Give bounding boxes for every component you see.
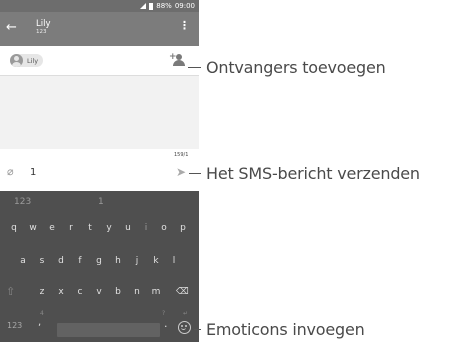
- conversation-title: Lily: [36, 19, 51, 29]
- key[interactable]: o: [157, 218, 171, 238]
- battery-level: 88%: [156, 2, 172, 10]
- callout-label: Ontvangers toevoegen: [206, 58, 386, 77]
- recipients-field[interactable]: Lily +: [0, 46, 199, 76]
- attachment-count: 1: [30, 167, 37, 178]
- keyboard-row-1: q w e r t y u i o p: [0, 218, 199, 238]
- key[interactable]: l: [167, 251, 181, 271]
- callout-insert-emoticons: Emoticons invoegen: [194, 320, 365, 339]
- emoticon-icon[interactable]: [178, 321, 191, 334]
- callout-add-recipients: Ontvangers toevoegen: [188, 58, 386, 77]
- key[interactable]: y: [102, 218, 116, 238]
- keyboard: 123 1 q w e r t y u i o p a s d f g h j …: [0, 191, 199, 342]
- keyboard-row-2: a s d f g h j k l: [0, 251, 199, 271]
- key[interactable]: a: [16, 251, 30, 271]
- overflow-menu-icon[interactable]: ⋮: [179, 20, 190, 32]
- signal-icon: [140, 3, 147, 9]
- key[interactable]: h: [111, 251, 125, 271]
- key[interactable]: i: [139, 218, 153, 238]
- space-bar[interactable]: [57, 323, 160, 337]
- key[interactable]: d: [54, 251, 68, 271]
- period-key-hint: ?: [162, 310, 166, 317]
- key[interactable]: f: [73, 251, 87, 271]
- recipient-chip[interactable]: Lily: [10, 54, 44, 67]
- status-indicators: 88% 09:00: [140, 0, 195, 12]
- phone-screen: 88% 09:00 ← Lily 123 ⋮ Lily + 159/1 ⌀ 1 …: [0, 0, 199, 342]
- callout-line: [194, 329, 201, 330]
- character-counter: 159/1: [174, 152, 189, 158]
- status-bar: 88% 09:00: [0, 0, 199, 12]
- key[interactable]: g: [92, 251, 106, 271]
- enter-key-hint: ↵: [183, 310, 189, 317]
- callout-send-sms: Het SMS-bericht verzenden: [189, 164, 420, 183]
- callout-label: Het SMS-bericht verzenden: [206, 164, 420, 183]
- period-key[interactable]: .: [164, 317, 168, 330]
- battery-icon: [149, 2, 154, 10]
- callout-label: Emoticons invoegen: [206, 320, 365, 339]
- key[interactable]: v: [92, 282, 106, 302]
- callout-line: [188, 67, 201, 68]
- key[interactable]: u: [121, 218, 135, 238]
- key[interactable]: x: [54, 282, 68, 302]
- comma-key-hint: 4: [40, 310, 44, 317]
- suggestion[interactable]: 123: [14, 197, 31, 207]
- comma-key[interactable]: ,: [38, 317, 41, 328]
- key[interactable]: b: [111, 282, 125, 302]
- keyboard-row-bottom: 123 4 , ? . ↵: [0, 310, 199, 337]
- back-arrow-icon[interactable]: ←: [6, 19, 17, 37]
- callout-line: [189, 173, 201, 174]
- key[interactable]: c: [73, 282, 87, 302]
- suggestion[interactable]: 1: [98, 197, 104, 207]
- key[interactable]: e: [45, 218, 59, 238]
- key[interactable]: q: [7, 218, 21, 238]
- conversation-number: 123: [36, 29, 47, 35]
- attachment-icon[interactable]: ⌀: [7, 166, 14, 178]
- add-recipient-icon[interactable]: +: [169, 53, 187, 67]
- attachment-row: ⌀ 1 ➤: [0, 160, 199, 186]
- key[interactable]: r: [64, 218, 78, 238]
- avatar: [10, 54, 23, 67]
- key[interactable]: p: [176, 218, 190, 238]
- key[interactable]: k: [149, 251, 163, 271]
- backspace-icon[interactable]: ⌫: [176, 282, 189, 302]
- numbers-key[interactable]: 123: [7, 321, 22, 330]
- recipient-chip-label: Lily: [27, 56, 39, 65]
- key[interactable]: t: [83, 218, 97, 238]
- key[interactable]: j: [130, 251, 144, 271]
- send-icon[interactable]: ➤: [176, 166, 186, 178]
- key[interactable]: n: [130, 282, 144, 302]
- key[interactable]: z: [35, 282, 49, 302]
- key[interactable]: m: [149, 282, 163, 302]
- key[interactable]: s: [35, 251, 49, 271]
- clock: 09:00: [174, 2, 195, 10]
- message-compose-area[interactable]: [0, 76, 199, 149]
- keyboard-row-3: ⇧ z x c v b n m ⌫: [0, 282, 199, 302]
- app-bar: ← Lily 123 ⋮: [0, 12, 199, 46]
- key[interactable]: w: [26, 218, 40, 238]
- shift-icon[interactable]: ⇧: [6, 282, 15, 302]
